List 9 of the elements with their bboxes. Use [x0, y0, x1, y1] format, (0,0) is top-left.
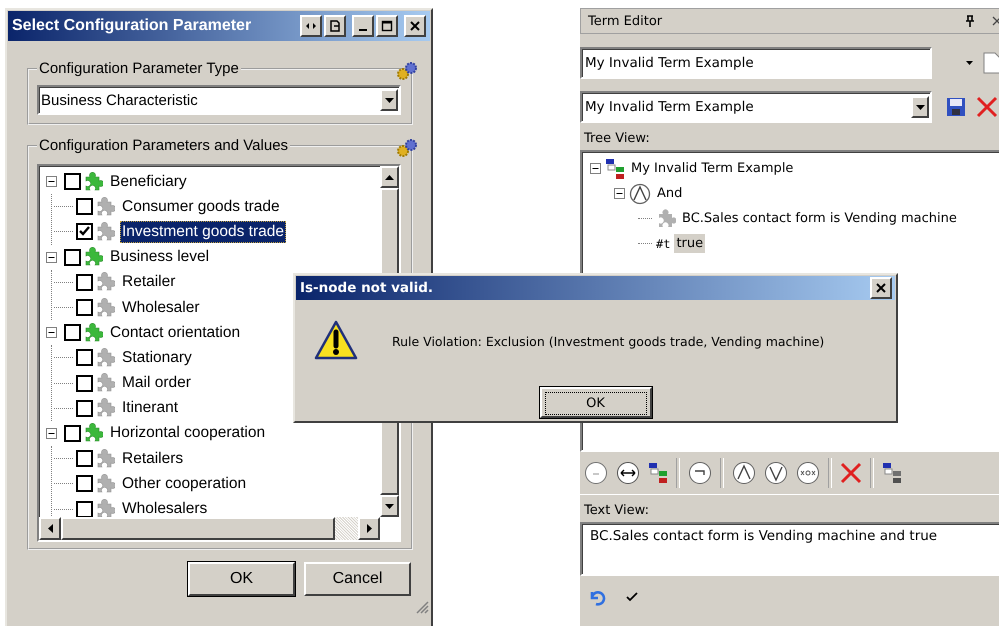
group-label: Configuration Parameters and Values — [38, 137, 290, 154]
panel-title: Term Editor — [588, 14, 662, 28]
dialog-message: Rule Violation: Exclusion (Investment goods trade, Vending machine) — [392, 334, 824, 348]
tree-view-label: Tree View: — [584, 131, 651, 146]
window-title: Select Configuration Parameter — [12, 17, 252, 35]
text-view-label: Text View: — [584, 503, 650, 518]
group-label: Configuration Parameter Type — [38, 60, 240, 77]
constant-marker: #t — [656, 236, 670, 250]
dialog-title: Is-node not valid. — [300, 280, 434, 296]
